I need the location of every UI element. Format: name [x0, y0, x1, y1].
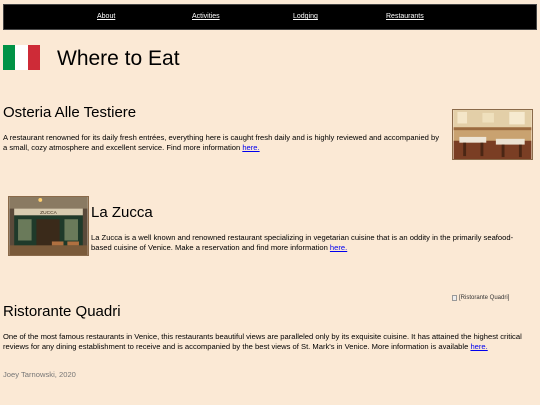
description-text: One of the most famous restaurants in Ve…	[3, 332, 522, 351]
restaurant-description-quadri: One of the most famous restaurants in Ve…	[3, 332, 533, 352]
storefront-sign-text: ZUCCA	[40, 210, 57, 216]
quadri-more-info-link[interactable]: here.	[470, 342, 487, 351]
osteria-more-info-link[interactable]: here.	[242, 143, 259, 152]
description-text: La Zucca is a well known and renowned re…	[91, 233, 514, 252]
restaurant-heading-quadri: Ristorante Quadri	[3, 303, 121, 320]
osteria-interior-photo	[452, 109, 533, 160]
description-text: A restaurant renowned for its daily fres…	[3, 133, 440, 152]
page-title: Where to Eat	[57, 47, 180, 70]
footer-credit: Joey Tarnowski, 2020	[3, 370, 76, 379]
restaurant-description-la-zucca: La Zucca is a well known and renowned re…	[91, 233, 531, 253]
italy-flag-icon	[3, 45, 40, 70]
quadri-broken-image: [Ristorante Quadri]	[452, 295, 509, 301]
quadri-image-alt-text: [Ristorante Quadri]	[459, 295, 510, 301]
la-zucca-storefront-photo: ZUCCA	[8, 196, 89, 256]
nav-link-activities[interactable]: Activities	[192, 13, 220, 20]
la-zucca-more-info-link[interactable]: here.	[330, 243, 347, 252]
nav-link-restaurants[interactable]: Restaurants	[386, 13, 424, 20]
restaurant-heading-la-zucca: La Zucca	[91, 204, 153, 221]
nav-link-about[interactable]: About	[97, 13, 115, 20]
nav-link-lodging[interactable]: Lodging	[293, 13, 318, 20]
restaurant-heading-osteria: Osteria Alle Testiere	[3, 104, 137, 121]
top-navigation-bar: About Activities Lodging Restaurants	[3, 4, 537, 30]
broken-image-icon	[452, 295, 457, 301]
restaurant-description-osteria: A restaurant renowned for its daily fres…	[3, 133, 443, 153]
